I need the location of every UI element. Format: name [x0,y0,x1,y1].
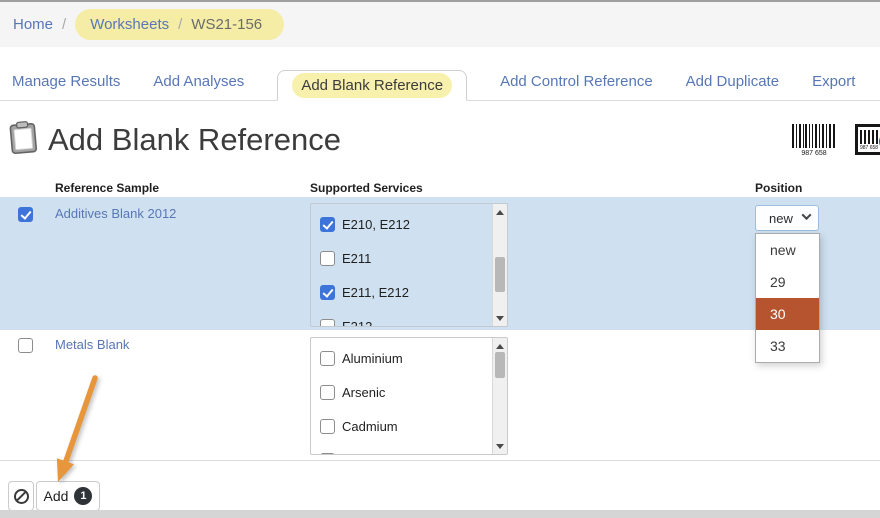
service-option[interactable]: E212 [320,316,372,327]
column-header-supported-services: Supported Services [310,181,423,195]
service-checkbox[interactable] [320,319,335,328]
barcode-number: 987 658 [801,150,826,157]
scroll-up-icon[interactable] [493,339,507,353]
scroll-down-icon[interactable] [493,311,507,325]
row-select-checkbox[interactable] [18,338,33,353]
reference-sample-link[interactable]: Additives Blank 2012 [55,206,176,221]
add-button-label: Add [44,488,69,504]
add-count-badge: 1 [74,487,92,505]
row-select-checkbox[interactable] [18,207,33,222]
service-label: Cadmium [342,419,398,434]
service-label: E211, E212 [342,285,409,300]
tab-label-highlight: Add Blank Reference [292,73,452,98]
service-label: Aluminium [342,351,403,366]
mini-barcode-number: 987 658 [860,145,878,151]
position-select[interactable]: new [755,205,819,231]
service-option[interactable]: E210, E212 [320,214,410,234]
page-title: Add Blank Reference [48,122,341,158]
breadcrumb-separator: / [62,16,66,33]
service-checkbox[interactable] [320,217,335,232]
service-label: Calcium [342,453,389,456]
scrollbar-thumb[interactable] [495,352,505,378]
tab-export[interactable]: Export [812,63,855,100]
service-checkbox[interactable] [320,453,335,456]
supported-services-listbox[interactable]: E210, E212 E211 E211, E212 E212 [310,203,508,327]
tab-manage-results[interactable]: Manage Results [12,63,120,100]
position-selected-value: new [769,211,793,226]
service-option[interactable]: Arsenic [320,382,385,402]
service-checkbox[interactable] [320,351,335,366]
column-header-position: Position [755,181,802,195]
service-label: E210, E212 [342,217,410,232]
service-checkbox[interactable] [320,251,335,266]
position-option-new[interactable]: new [756,234,819,266]
no-entry-icon [14,489,29,504]
service-option[interactable]: E211 [320,248,371,268]
position-option-30[interactable]: 30 [756,298,819,330]
service-option[interactable]: Calcium [320,450,389,455]
tab-bar: Manage Results Add Analyses Add Blank Re… [0,47,880,101]
breadcrumb: Home / Worksheets / WS21-156 [0,2,880,47]
service-label: E212 [342,319,372,328]
position-option-33[interactable]: 33 [756,330,819,362]
chevron-down-icon [802,210,812,220]
barcode-sticker-icon[interactable]: 987 658 [855,124,880,155]
scrollbar-thumb[interactable] [495,257,505,292]
tab-add-blank-reference[interactable]: Add Blank Reference [277,70,467,101]
scroll-up-icon[interactable] [493,205,507,219]
add-button[interactable]: Add 1 [36,481,100,511]
listbox-scrollbar[interactable] [492,338,507,454]
reference-sample-link[interactable]: Metals Blank [55,337,129,352]
breadcrumb-current: WS21-156 [191,16,262,33]
tab-add-duplicate[interactable]: Add Duplicate [686,63,779,100]
table-row-additives-blank: Additives Blank 2012 E210, E212 E211 E21… [0,197,880,330]
service-checkbox[interactable] [320,385,335,400]
mini-barcode-bars [860,130,879,144]
window-bottom-edge [0,510,880,518]
page-header: Add Blank Reference [10,120,341,160]
service-checkbox[interactable] [320,285,335,300]
table-row-metals-blank: Metals Blank Aluminium Arsenic Cadmium C… [0,330,880,460]
tab-add-control-reference[interactable]: Add Control Reference [500,63,653,100]
breadcrumb-separator: / [178,16,182,33]
breadcrumb-highlight: Worksheets / WS21-156 [75,9,284,40]
column-header-reference-sample: Reference Sample [55,181,159,195]
breadcrumb-home-link[interactable]: Home [13,16,53,33]
tab-add-analyses[interactable]: Add Analyses [153,63,244,100]
listbox-scrollbar[interactable] [492,204,507,326]
service-option[interactable]: E211, E212 [320,282,409,302]
barcode-icon[interactable]: 987 658 [791,124,837,162]
service-option[interactable]: Cadmium [320,416,398,436]
service-label: E211 [342,251,371,266]
clear-selection-button[interactable] [8,481,34,511]
service-label: Arsenic [342,385,385,400]
footer-divider [0,460,880,461]
supported-services-listbox[interactable]: Aluminium Arsenic Cadmium Calcium [310,337,508,455]
position-dropdown-menu: new 29 30 33 [755,233,820,363]
breadcrumb-worksheets-link[interactable]: Worksheets [90,16,169,33]
position-option-29[interactable]: 29 [756,266,819,298]
service-option[interactable]: Aluminium [320,348,403,368]
clipboard-icon [8,119,38,160]
scroll-down-icon[interactable] [493,439,507,453]
service-checkbox[interactable] [320,419,335,434]
